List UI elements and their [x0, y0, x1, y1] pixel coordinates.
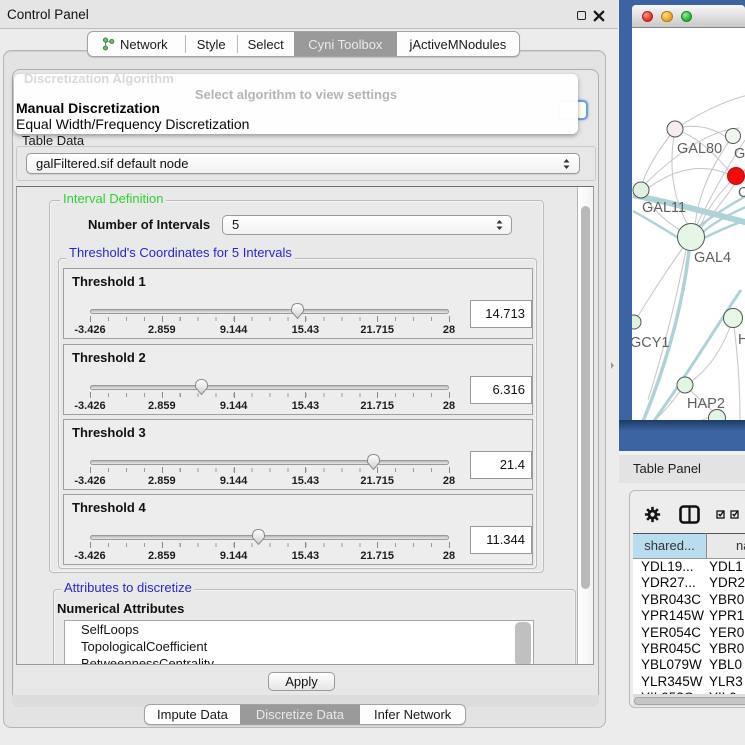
svg-text:GCY1: GCY1: [632, 335, 670, 351]
svg-text:GAL11: GAL11: [642, 200, 686, 216]
svg-text:GAL80: GAL80: [677, 141, 722, 157]
svg-text:HAP2: HAP2: [687, 396, 725, 412]
svg-text:H: H: [738, 332, 745, 348]
svg-text:GAL4: GAL4: [694, 250, 731, 266]
svg-text:C: C: [738, 185, 745, 201]
svg-text:GA: GA: [734, 146, 745, 162]
